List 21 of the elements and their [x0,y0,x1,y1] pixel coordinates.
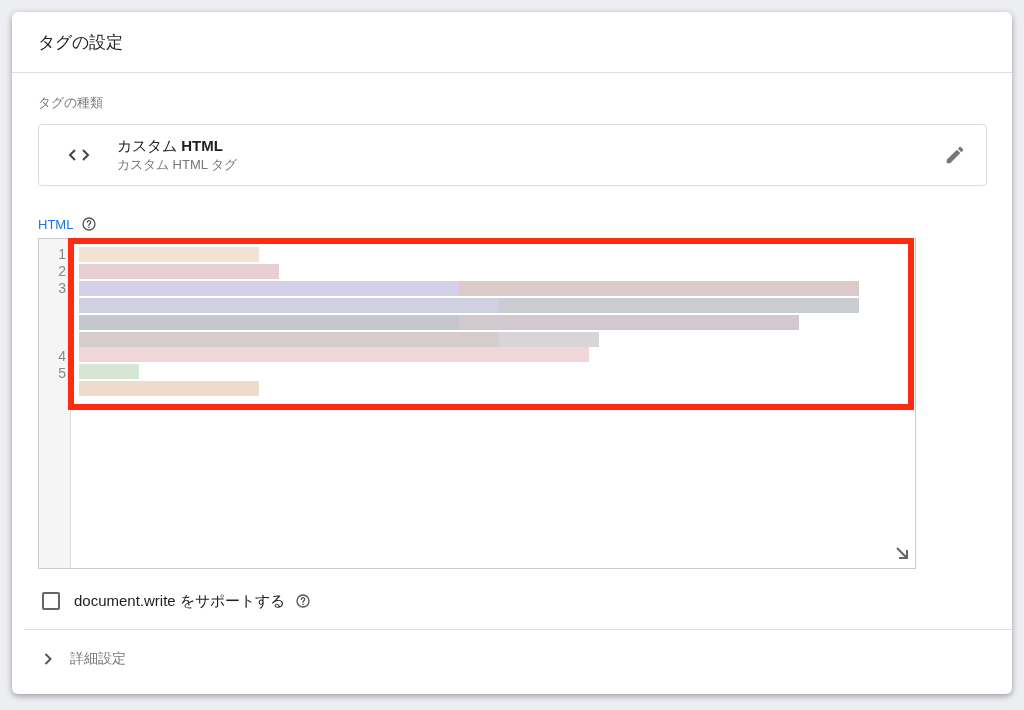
line-number: 5 [57,365,67,382]
tag-type-card[interactable]: カスタム HTML カスタム HTML タグ [38,124,987,186]
section-label: タグの種類 [38,94,103,112]
resize-handle-icon[interactable] [895,546,909,560]
tag-type-description: カスタム HTML タグ [117,155,239,174]
line-number: 4 [57,348,67,365]
code-editor[interactable]: 1 2 3 4 5 [38,238,916,569]
checkbox[interactable] [42,592,60,610]
edit-icon[interactable] [944,144,966,166]
code-icon [67,148,91,162]
checkbox-label: document.write をサポートする [74,591,285,611]
line-number: 2 [57,263,67,280]
line-number: 3 [57,280,67,297]
field-label: HTML [38,216,74,232]
help-icon[interactable] [81,216,98,232]
tag-type-name: カスタム HTML [117,136,224,156]
advanced-settings-row[interactable]: 詳細設定 [12,630,1012,688]
line-number: 1 [57,246,67,263]
help-icon[interactable] [294,593,311,609]
panel-title: タグの設定 [38,31,123,54]
chevron-icon [44,653,52,665]
